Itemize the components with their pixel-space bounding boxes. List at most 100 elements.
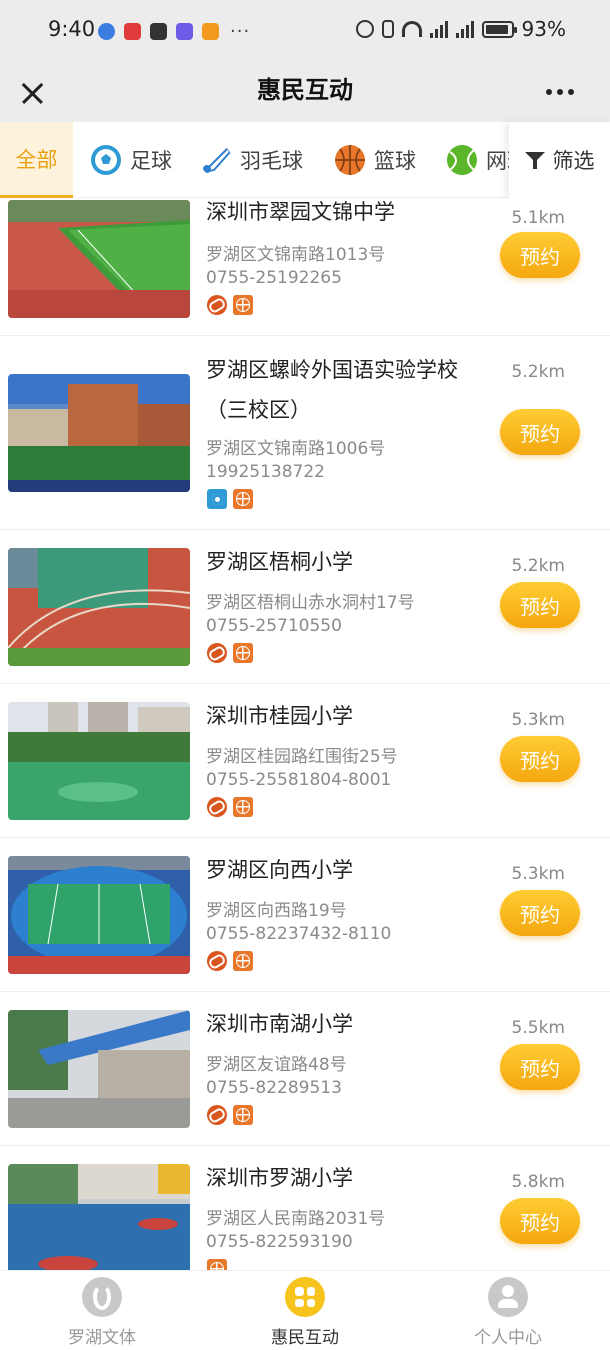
basketball-icon: [335, 145, 365, 175]
venue-name: 深圳市南湖小学: [206, 1012, 353, 1036]
nav-item-interaction[interactable]: 惠民互动: [240, 1277, 370, 1348]
status-app-icons: ···: [98, 21, 250, 42]
tab-tennis[interactable]: 网球: [446, 122, 510, 198]
list-item[interactable]: 罗湖区螺岭外国语实验学校（三校区） 罗湖区文锦南路1006号 199251387…: [0, 336, 610, 530]
filter-label: 筛选: [552, 149, 595, 173]
app-notification-icon: [98, 23, 115, 40]
track-icon: [207, 1105, 227, 1125]
filter-icon: [524, 150, 545, 170]
book-button[interactable]: 预约: [500, 890, 580, 936]
basketball-icon: [233, 1105, 253, 1125]
book-button[interactable]: 预约: [500, 1198, 580, 1244]
battery-level: [485, 24, 508, 34]
status-time: 9:40: [48, 17, 96, 41]
basketball-icon: [233, 295, 253, 315]
basketball-icon: [207, 1259, 227, 1270]
tab-label: 网球: [486, 149, 510, 173]
status-indicators: 93%: [355, 17, 566, 41]
signal-icon: [429, 20, 448, 38]
sport-tags: [207, 1259, 227, 1270]
nav-item-profile[interactable]: 个人中心: [443, 1277, 573, 1348]
vibrate-icon: [381, 20, 394, 38]
luohu-logo-icon: [82, 1277, 122, 1317]
venue-phone: 0755-82289513: [206, 1078, 342, 1098]
book-button[interactable]: 预约: [500, 409, 580, 455]
venue-name: 罗湖区螺岭外国语实验学校（三校区）: [206, 358, 458, 422]
nav-label: 罗湖文体: [68, 1328, 136, 1348]
book-button[interactable]: 预约: [500, 736, 580, 782]
venue-distance: 5.3km: [511, 864, 565, 884]
tab-all[interactable]: 全部: [0, 122, 73, 198]
tennis-ball-icon: [447, 145, 477, 175]
list-item[interactable]: 罗湖区向西小学 罗湖区向西路19号 0755-82237432-8110 5.3…: [0, 838, 610, 992]
venue-name: 深圳市桂园小学: [206, 704, 353, 728]
venue-distance: 5.3km: [511, 710, 565, 730]
venue-list: 深圳市翠园文锦中学 罗湖区文锦南路1013号 0755-25192265 5.1…: [0, 198, 610, 1270]
book-button[interactable]: 预约: [500, 582, 580, 628]
track-icon: [207, 295, 227, 315]
venue-address: 罗湖区人民南路2031号: [206, 1209, 386, 1229]
book-button[interactable]: 预约: [500, 1044, 580, 1090]
alarm-icon: [355, 20, 374, 38]
list-item[interactable]: 深圳市桂园小学 罗湖区桂园路红围街25号 0755-25581804-8001 …: [0, 684, 610, 838]
venue-distance: 5.8km: [511, 1172, 565, 1192]
venue-photo: [8, 856, 190, 974]
soccer-icon: [207, 489, 227, 509]
basketball-icon: [233, 951, 253, 971]
status-more-icon: ···: [230, 21, 251, 42]
venue-address: 罗湖区梧桐山赤水洞村17号: [206, 593, 415, 613]
venue-photo: [8, 1164, 190, 1270]
signal-icon: [455, 20, 474, 38]
sport-tags: [207, 489, 253, 509]
venue-phone: 0755-82237432-8110: [206, 924, 392, 944]
basketball-icon: [233, 489, 253, 509]
person-icon: [488, 1277, 528, 1317]
app-notification-icon: [150, 23, 167, 40]
app-notification-icon: [202, 23, 219, 40]
nav-item-luohu-culture[interactable]: 罗湖文体: [37, 1277, 167, 1348]
venue-distance: 5.5km: [511, 1018, 565, 1038]
venue-name: 深圳市罗湖小学: [206, 1166, 353, 1190]
venue-address: 罗湖区向西路19号: [206, 901, 347, 921]
title-bar: 惠民互动: [0, 62, 610, 122]
venue-address: 罗湖区文锦南路1006号: [206, 439, 386, 459]
venue-phone: 0755-25710550: [206, 616, 342, 636]
more-options-button[interactable]: [546, 80, 580, 104]
list-item[interactable]: 罗湖区梧桐小学 罗湖区梧桐山赤水洞村17号 0755-25710550 5.2k…: [0, 530, 610, 684]
basketball-icon: [233, 797, 253, 817]
soccer-ball-icon: [91, 145, 121, 175]
venue-photo: [8, 374, 190, 492]
venue-address: 罗湖区文锦南路1013号: [206, 245, 386, 265]
track-icon: [207, 951, 227, 971]
tab-label: 足球: [130, 149, 172, 173]
track-icon: [207, 797, 227, 817]
filter-button[interactable]: 筛选: [509, 122, 610, 198]
tab-badminton[interactable]: 羽毛球: [200, 122, 303, 198]
venue-distance: 5.2km: [511, 556, 565, 576]
tab-basketball[interactable]: 篮球: [334, 122, 416, 198]
bottom-nav: 罗湖文体 惠民互动 个人中心: [0, 1270, 610, 1350]
venue-distance: 5.2km: [511, 362, 565, 382]
tab-label: 羽毛球: [240, 149, 303, 173]
venue-phone: 19925138722: [206, 462, 325, 482]
wifi-icon: [401, 21, 422, 37]
list-item[interactable]: 深圳市罗湖小学 罗湖区人民南路2031号 0755-822593190 5.8k…: [0, 1146, 610, 1270]
track-icon: [207, 643, 227, 663]
book-button[interactable]: 预约: [500, 232, 580, 278]
battery-percent: 93%: [521, 17, 566, 41]
sport-tags: [207, 1105, 253, 1125]
sport-tags: [207, 295, 253, 315]
venue-address: 罗湖区友谊路48号: [206, 1055, 347, 1075]
venue-distance: 5.1km: [511, 208, 565, 228]
venue-name: 罗湖区梧桐小学: [206, 550, 353, 574]
tab-soccer[interactable]: 足球: [90, 122, 172, 198]
venue-photo: [8, 702, 190, 820]
venue-address: 罗湖区桂园路红围街25号: [206, 747, 398, 767]
list-item[interactable]: 深圳市南湖小学 罗湖区友谊路48号 0755-82289513 5.5km 预约: [0, 992, 610, 1146]
list-item[interactable]: 深圳市翠园文锦中学 罗湖区文锦南路1013号 0755-25192265 5.1…: [0, 198, 610, 336]
venue-name: 罗湖区向西小学: [206, 858, 353, 882]
venue-name: 深圳市翠园文锦中学: [206, 200, 395, 224]
app-notification-icon: [124, 23, 141, 40]
venue-photo: [8, 548, 190, 666]
grid-icon: [285, 1277, 325, 1317]
